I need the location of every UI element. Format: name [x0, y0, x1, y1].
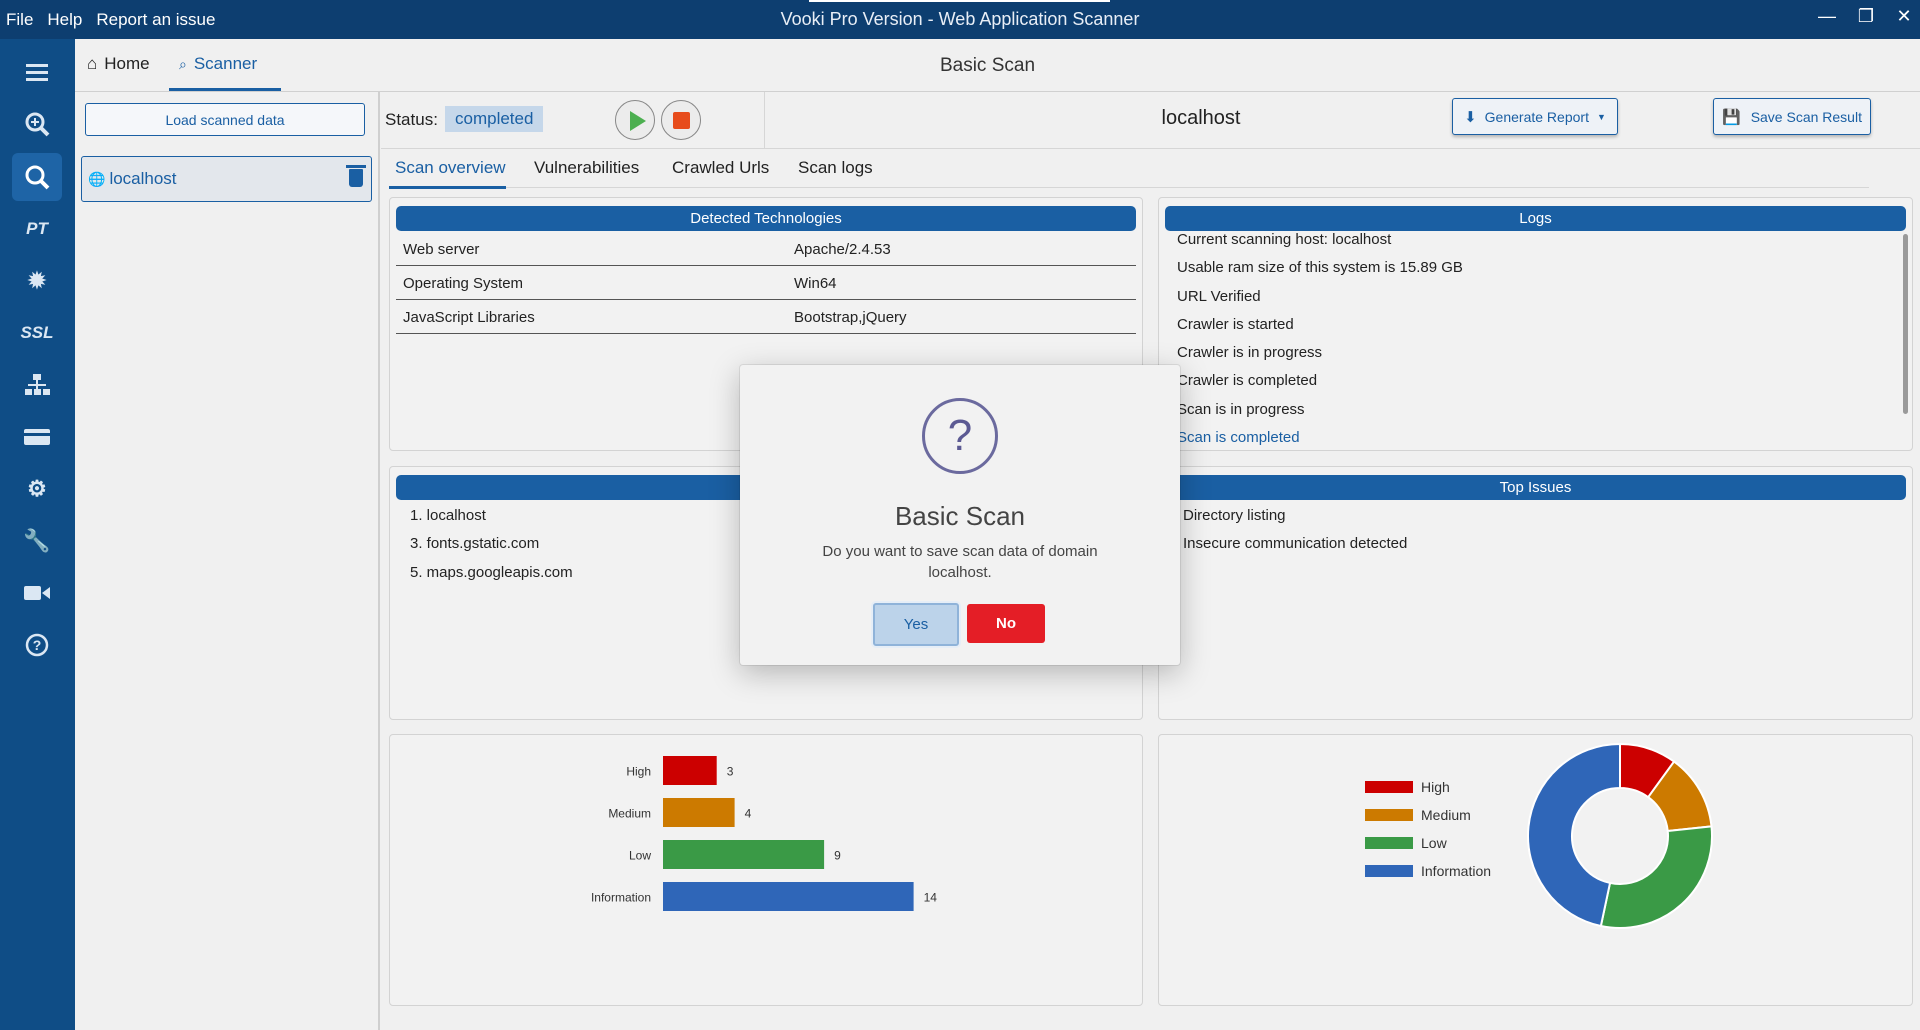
save-scan-dialog: ? Basic Scan Do you want to save scan da…: [740, 365, 1180, 665]
dialog-title: Basic Scan: [894, 501, 1026, 531]
yes-button[interactable]: Yes: [873, 603, 959, 646]
question-icon: ?: [922, 398, 998, 474]
dialog-message: Do you want to save scan data of domain …: [822, 543, 1098, 581]
no-button[interactable]: No: [967, 604, 1045, 643]
